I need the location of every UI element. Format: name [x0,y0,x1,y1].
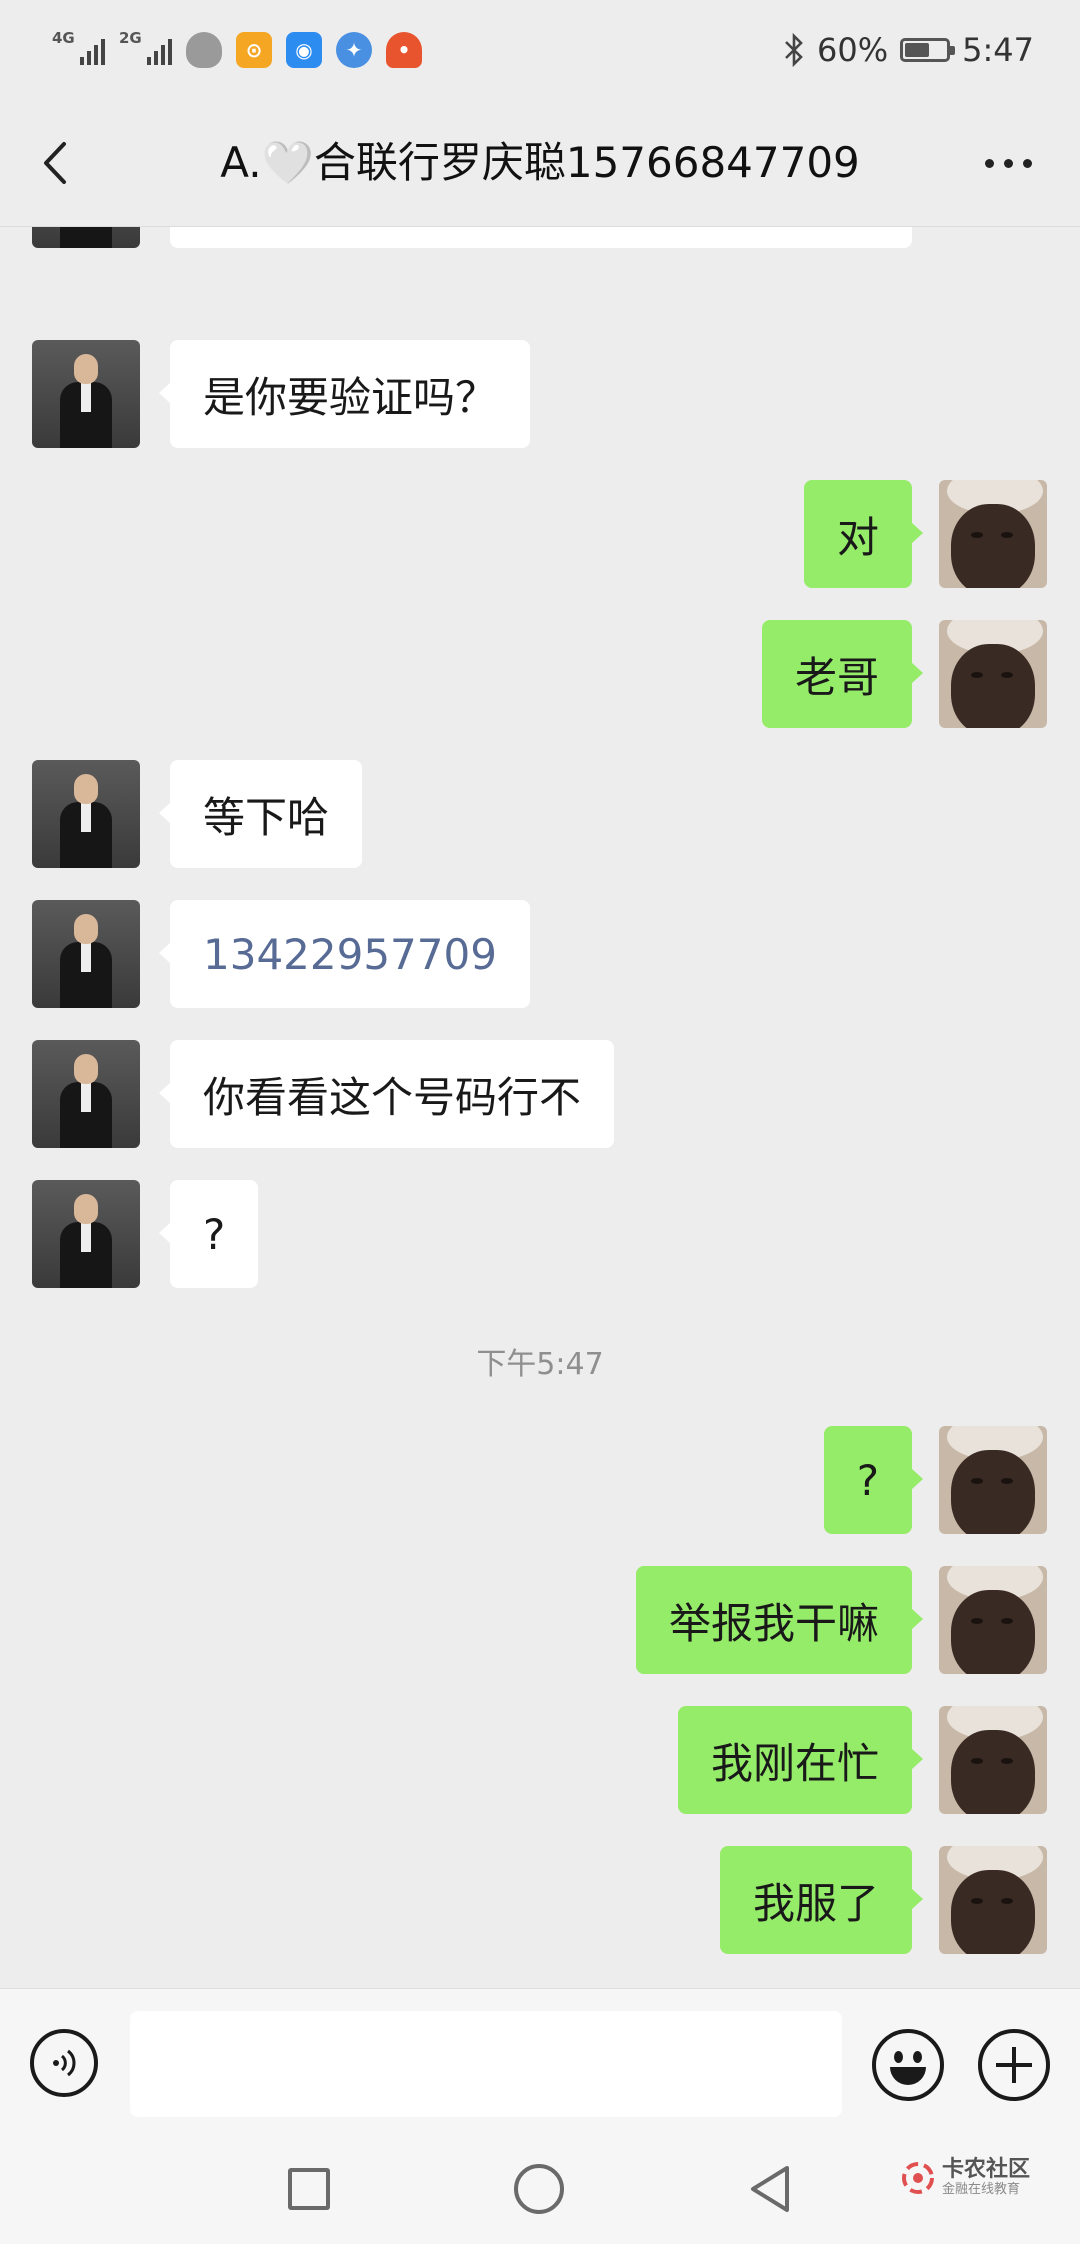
message-bubble-sent[interactable]: 举报我干嘛 [635,1566,924,1674]
emoji-icon[interactable] [872,2029,944,2101]
message-bubble-received[interactable]: ? [158,1180,259,1288]
watermark-title: 卡农社区 [942,2157,1031,2182]
hotspot-icon: ◉ [286,32,322,68]
status-left: 4G 2G ⊙ ◉ ✦ • [52,28,422,72]
message-bubble-sent[interactable]: 我刚在忙 [677,1706,924,1814]
message-bubble-received[interactable]: 是你要验证吗？ [158,340,531,448]
voice-wave-icon [53,2049,76,2077]
my-avatar[interactable] [939,620,1047,728]
plus-icon[interactable] [978,2029,1050,2101]
message-input[interactable] [130,2011,842,2117]
message-bubble-phone-link[interactable]: 13422957709 [159,900,530,1008]
watermark: 卡农社区 金融在线教育 [900,2158,1030,2198]
battery-icon [900,38,956,62]
signal-icon-2: 2G [119,31,172,65]
voice-icon[interactable] [30,2029,98,2097]
contact-avatar[interactable] [32,1180,140,1288]
system-nav-bar: 卡农社区 金融在线教育 [0,2138,1080,2244]
browser-icon: ✦ [336,32,372,68]
back-triangle-icon[interactable] [745,2162,795,2216]
network-type-1: 4G [52,29,75,47]
more-dots-icon[interactable] [980,148,1036,178]
recent-apps-button[interactable] [288,2168,330,2210]
contact-avatar[interactable] [32,900,140,1008]
message-bubble-sent[interactable]: 对 [803,480,924,588]
message-text: ? [203,1209,226,1259]
message-text: 你看看这个号码行不 [203,1072,582,1122]
message-bubble-sent[interactable]: 老哥 [761,620,924,728]
contact-avatar[interactable] [32,340,140,448]
network-type-2: 2G [119,29,142,47]
my-avatar[interactable] [939,480,1047,588]
status-bar: 4G 2G ⊙ ◉ ✦ • 60% 5:47 [0,0,1080,100]
status-right: 60% 5:47 [783,26,1034,74]
watermark-logo-icon [902,2162,934,2194]
bluetooth-icon [785,33,803,67]
battery-percent: 60% [817,31,889,69]
chevron-left-icon[interactable] [34,138,84,188]
home-button[interactable] [514,2164,564,2214]
message-text: 举报我干嘛 [668,1598,879,1648]
chat-title: A.🤍合联行罗庆聪15766847709 [220,138,860,187]
message-bubble-received[interactable]: 等下哈 [158,760,363,868]
contact-avatar[interactable] [32,226,140,248]
message-bubble-received[interactable]: 我们可以开始聊天了 [170,226,912,248]
signal-icon: 4G [52,31,105,65]
message-list[interactable]: 我们可以开始聊天了是你要验证吗？ 对老哥等下哈 13422957709 你看看这个号码… [0,226,1080,1988]
message-text: ? [856,1455,879,1505]
message-bubble-received[interactable]: 你看看这个号码行不 [158,1040,615,1148]
my-avatar[interactable] [939,1426,1047,1534]
message-text: 对 [836,512,879,562]
contact-avatar[interactable] [32,1040,140,1148]
watermark-subtitle: 金融在线教育 [942,2182,1021,2197]
qq-icon [186,32,222,68]
message-bubble-sent[interactable]: ? [823,1426,924,1534]
my-avatar[interactable] [939,1566,1047,1674]
chat-header: A.🤍合联行罗庆聪15766847709 [0,100,1080,227]
my-avatar[interactable] [939,1846,1047,1954]
message-bubble-sent[interactable]: 我服了 [719,1846,924,1954]
message-text: 我服了 [752,1878,879,1928]
battery-fill [905,43,930,57]
input-bar [0,1988,1080,2139]
app-notification-icon: ⊙ [236,32,272,68]
message-text[interactable]: 13422957709 [203,930,497,979]
contact-avatar[interactable] [32,760,140,868]
my-avatar[interactable] [939,1706,1047,1814]
timestamp: 下午5:47 [476,1347,604,1382]
game-app-icon: • [386,32,422,68]
message-text: 我刚在忙 [710,1738,879,1788]
message-text: 等下哈 [203,792,330,842]
message-text: 是你要验证吗？ [203,372,498,422]
clock: 5:47 [962,31,1034,69]
message-text: 老哥 [794,652,879,702]
